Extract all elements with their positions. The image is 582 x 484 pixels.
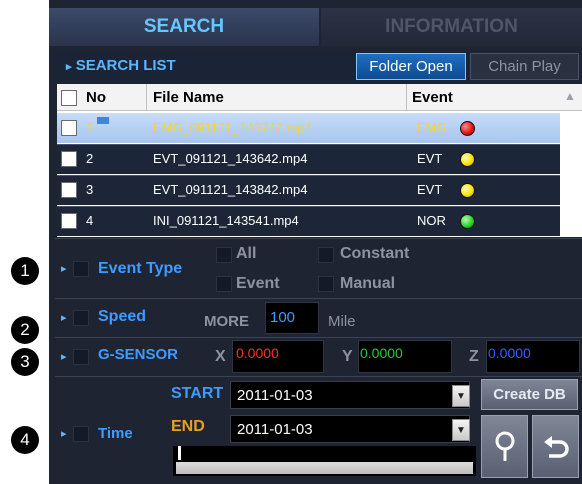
row-checkbox[interactable] — [61, 151, 77, 167]
start-label: START — [171, 385, 224, 402]
tab-information[interactable]: INFORMATION — [321, 8, 582, 46]
start-date-field[interactable]: 2011-01-03 — [230, 381, 470, 409]
row-marker — [97, 117, 109, 124]
end-date-value: 2011-01-03 — [237, 420, 313, 438]
return-arrow-icon — [543, 435, 569, 458]
row-number: 2 — [86, 151, 94, 166]
end-date-field[interactable]: 2011-01-03 — [230, 415, 470, 443]
time-checkbox[interactable] — [73, 426, 89, 442]
speed-unit: Mile — [328, 313, 356, 330]
triangle-right-icon: ▸ — [61, 428, 67, 440]
gsensor-label: G-SENSOR — [98, 346, 179, 363]
start-date-value: 2011-01-03 — [237, 386, 313, 404]
select-all-checkbox[interactable] — [61, 90, 77, 106]
speed-label: Speed — [98, 308, 147, 325]
time-label: Time — [98, 425, 133, 442]
triangle-right-icon: ▸ — [66, 61, 72, 73]
time-slider-handle[interactable] — [178, 446, 181, 460]
section-divider — [55, 298, 582, 299]
section-divider — [55, 238, 582, 239]
section-divider — [55, 376, 582, 377]
gsensor-z-label: Z — [469, 348, 479, 365]
row-file-name: EVT_091121_143842.mp4 — [153, 182, 308, 197]
callout-badge: 1 — [11, 257, 39, 285]
event-status-icon — [460, 152, 475, 167]
column-no[interactable]: No — [86, 89, 106, 106]
column-event[interactable]: Event — [412, 89, 453, 106]
table-row[interactable] — [57, 206, 560, 236]
event-status-icon — [460, 214, 475, 229]
tab-search[interactable]: SEARCH — [49, 8, 319, 46]
manual-checkbox[interactable] — [318, 276, 334, 292]
chevron-down-icon[interactable]: ▼ — [452, 419, 470, 441]
row-event: EMG — [417, 120, 447, 135]
column-file-name[interactable]: File Name — [153, 89, 224, 106]
back-button[interactable] — [532, 415, 579, 478]
time-slider-track[interactable] — [176, 462, 473, 474]
gsensor-x-label: X — [215, 348, 226, 365]
event-option-label: Event — [236, 275, 280, 292]
constant-checkbox[interactable] — [318, 247, 334, 263]
scrollbar-track[interactable] — [560, 112, 582, 237]
row-file-name: INI_091121_143541.mp4 — [153, 213, 299, 228]
chevron-down-icon[interactable]: ▼ — [452, 385, 470, 407]
folder-open-button[interactable]: Folder Open — [356, 53, 466, 80]
row-checkbox[interactable] — [61, 213, 77, 229]
chain-play-button[interactable]: Chain Play — [470, 53, 579, 80]
triangle-right-icon: ▸ — [61, 312, 67, 324]
row-number: 3 — [86, 182, 94, 197]
row-checkbox[interactable] — [61, 120, 77, 136]
column-divider — [146, 84, 147, 111]
manual-option-label: Manual — [340, 275, 396, 292]
create-db-button[interactable]: Create DB — [481, 379, 578, 410]
row-file-name: EVT_091121_143642.mp4 — [153, 151, 308, 166]
speed-checkbox[interactable] — [73, 310, 89, 326]
table-row[interactable] — [57, 144, 560, 174]
table-header — [57, 84, 582, 111]
section-divider — [55, 337, 582, 338]
gsensor-checkbox[interactable] — [73, 349, 89, 365]
end-label: END — [171, 418, 205, 435]
all-option-label: All — [236, 245, 257, 262]
gsensor-z-value: 0.0000 — [488, 345, 531, 361]
row-event: EVT — [417, 182, 443, 197]
gsensor-x-value: 0.0000 — [236, 345, 279, 361]
scroll-up-icon[interactable]: ▲ — [560, 86, 580, 106]
row-checkbox[interactable] — [61, 182, 77, 198]
callout-badge: 2 — [11, 316, 39, 344]
gsensor-y-label: Y — [342, 348, 353, 365]
search-button[interactable] — [481, 415, 528, 478]
gsensor-y-value: 0.0000 — [360, 345, 403, 361]
speed-value: 100 — [270, 309, 296, 326]
row-file-name: EMG_091121_143742.mp4 — [153, 120, 312, 135]
event-type-label: Event Type — [98, 260, 183, 277]
search-icon — [495, 431, 514, 461]
row-number: 4 — [86, 213, 94, 228]
row-number: 1 — [86, 120, 94, 135]
event-type-checkbox[interactable] — [73, 261, 89, 277]
search-list-title: ▸ SEARCH LIST — [66, 57, 176, 74]
all-checkbox[interactable] — [216, 247, 232, 263]
event-checkbox[interactable] — [216, 276, 232, 292]
event-status-icon — [460, 121, 475, 136]
speed-more-label: MORE — [204, 313, 249, 330]
callout-badge: 3 — [11, 348, 39, 376]
event-status-icon — [460, 183, 475, 198]
column-divider — [406, 84, 407, 111]
callout-badge: 4 — [11, 426, 39, 454]
triangle-right-icon: ▸ — [61, 351, 67, 363]
table-row[interactable] — [57, 175, 560, 205]
row-event: NOR — [417, 213, 446, 228]
constant-option-label: Constant — [340, 245, 410, 262]
triangle-right-icon: ▸ — [61, 263, 67, 275]
search-list-title-text: SEARCH LIST — [75, 57, 176, 74]
row-event: EVT — [417, 151, 443, 166]
